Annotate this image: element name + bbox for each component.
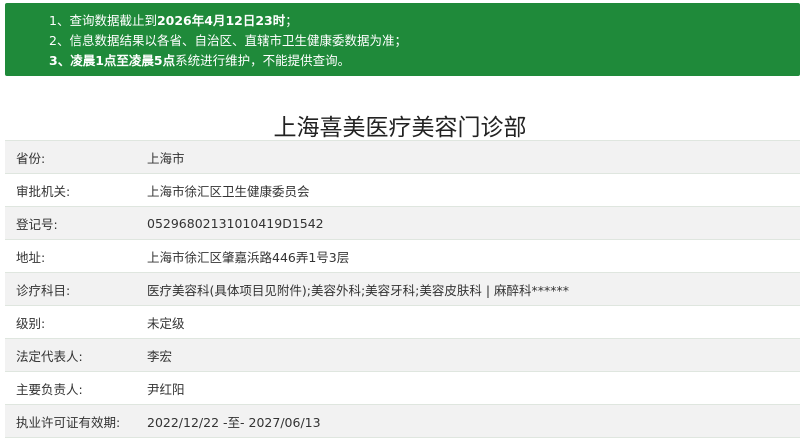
row-registration-number: 登记号: 05296802131010419D1542 <box>5 207 800 240</box>
notice-line-1: 1、查询数据截止到2026年4月12日23时； <box>49 13 298 28</box>
row-license-validity: 执业许可证有效期: 2022/12/22 -至- 2027/06/13 <box>5 405 800 438</box>
row-label: 登记号: <box>16 216 58 232</box>
row-value: 2022/12/22 -至- 2027/06/13 <box>147 414 321 430</box>
row-departments: 诊疗科目: 医疗美容科(具体项目见附件);美容外科;美容牙科;美容皮肤科 | 麻… <box>5 273 800 306</box>
notice-line-2: 2、信息数据结果以各省、自治区、直辖市卫生健康委数据为准； <box>49 33 407 48</box>
row-value: 上海市徐汇区卫生健康委员会 <box>147 183 310 199</box>
row-value: 未定级 <box>147 315 185 331</box>
row-value: 李宏 <box>147 348 173 364</box>
notice-banner: 1、查询数据截止到2026年4月12日23时； 2、信息数据结果以各省、自治区、… <box>5 3 800 76</box>
row-label: 审批机关: <box>16 183 71 199</box>
row-principal: 主要负责人: 尹红阳 <box>5 372 800 405</box>
row-legal-representative: 法定代表人: 李宏 <box>5 339 800 372</box>
row-label: 主要负责人: <box>16 381 83 397</box>
row-address: 地址: 上海市徐汇区肇嘉浜路446弄1号3层 <box>5 240 800 273</box>
row-value: 05296802131010419D1542 <box>147 215 324 231</box>
row-level: 级别: 未定级 <box>5 306 800 339</box>
row-label: 法定代表人: <box>16 348 83 364</box>
row-label: 诊疗科目: <box>16 282 71 298</box>
row-label: 省份: <box>16 150 46 166</box>
info-table: 省份: 上海市 审批机关: 上海市徐汇区卫生健康委员会 登记号: 0529680… <box>5 140 800 438</box>
row-province: 省份: 上海市 <box>5 141 800 174</box>
notice-line-3: 3、凌晨1点至凌晨5点系统进行维护，不能提供查询。 <box>49 53 351 68</box>
row-label: 级别: <box>16 315 46 331</box>
row-value: 上海市徐汇区肇嘉浜路446弄1号3层 <box>147 249 350 265</box>
row-label: 执业许可证有效期: <box>16 414 121 430</box>
row-value: 尹红阳 <box>147 381 185 397</box>
row-label: 地址: <box>16 249 46 265</box>
row-value: 医疗美容科(具体项目见附件);美容外科;美容牙科;美容皮肤科 | 麻醉科****… <box>147 282 570 298</box>
row-approval-authority: 审批机关: 上海市徐汇区卫生健康委员会 <box>5 174 800 207</box>
row-value: 上海市 <box>147 150 185 166</box>
